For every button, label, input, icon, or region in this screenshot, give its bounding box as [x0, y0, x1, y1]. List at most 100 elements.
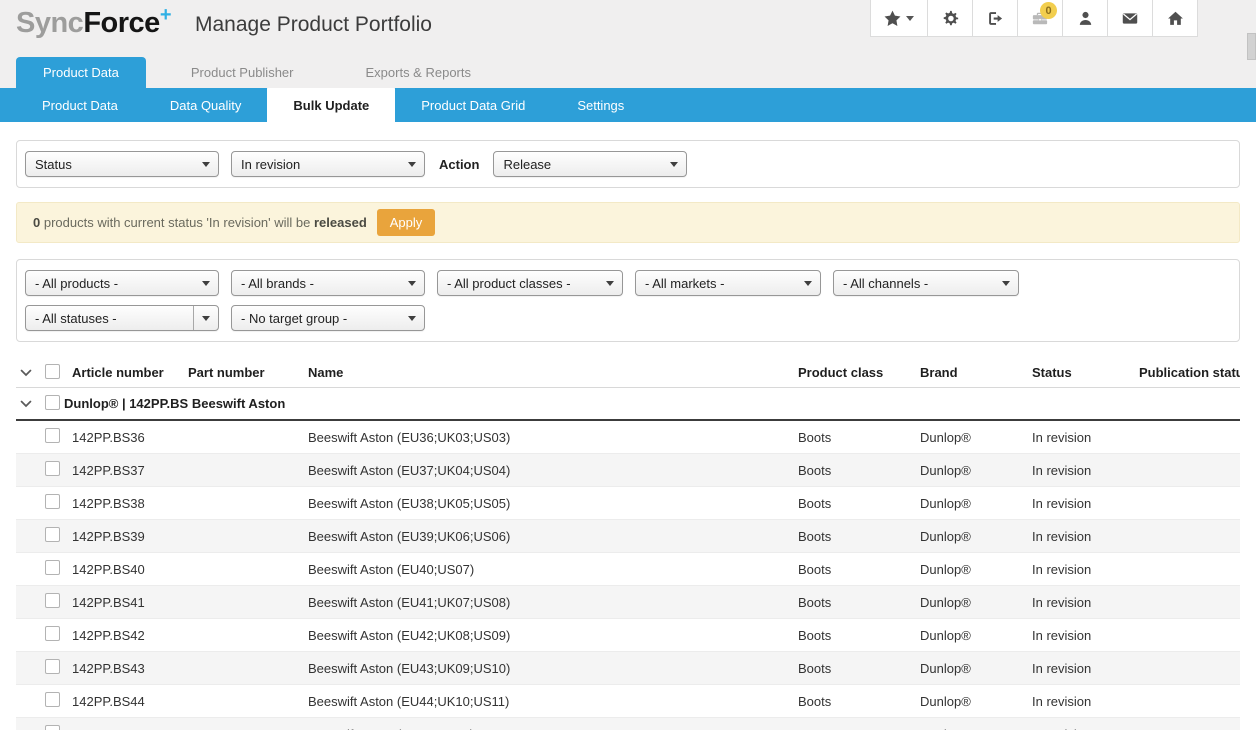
subtab-product-data[interactable]: Product Data	[16, 88, 144, 122]
dropdown-caret-icon	[400, 152, 416, 176]
row-checkbox[interactable]	[45, 560, 60, 575]
name-cell: Beeswift Aston (EU39;UK06;US06)	[308, 529, 798, 544]
syncforce-logo[interactable]: SyncForce+	[16, 8, 171, 40]
subtab-data-quality[interactable]: Data Quality	[144, 88, 268, 122]
subtab-settings[interactable]: Settings	[551, 88, 650, 122]
name-cell: Beeswift Aston (EU43;UK09;US10)	[308, 661, 798, 676]
table-row: 142PP.BS45 Beeswift Aston (EU45;US12) Bo…	[16, 718, 1240, 730]
user-button[interactable]	[1062, 0, 1107, 36]
row-checkbox[interactable]	[45, 593, 60, 608]
status-cell: In revision	[1032, 628, 1139, 643]
row-checkbox[interactable]	[45, 494, 60, 509]
name-cell: Beeswift Aston (EU41;UK07;US08)	[308, 595, 798, 610]
group-title: Dunlop® | 142PP.BS Beeswift Aston	[64, 396, 1240, 411]
subtab-bulk-update[interactable]: Bulk Update	[267, 85, 395, 122]
favorites-button[interactable]	[871, 0, 927, 36]
collapse-all-chevron-icon[interactable]	[20, 369, 44, 377]
filter-channels-value: - All channels -	[843, 276, 928, 291]
product-class-cell: Boots	[798, 727, 920, 730]
article-number-cell: 142PP.BS36	[72, 430, 188, 445]
tab-product-data[interactable]: Product Data	[16, 57, 146, 88]
row-checkbox[interactable]	[45, 626, 60, 641]
row-checkbox[interactable]	[45, 692, 60, 707]
article-number-cell: 142PP.BS45	[72, 727, 188, 730]
row-checkbox[interactable]	[45, 725, 60, 730]
filter-products-value: - All products -	[35, 276, 118, 291]
select-all-checkbox[interactable]	[45, 364, 60, 379]
table-row: 142PP.BS44 Beeswift Aston (EU44;UK10;US1…	[16, 685, 1240, 718]
status-cell: In revision	[1032, 661, 1139, 676]
filter-product-classes-select[interactable]: - All product classes -	[437, 270, 623, 296]
table-rows: 142PP.BS36 Beeswift Aston (EU36;UK03;US0…	[16, 421, 1240, 730]
group-collapse-chevron-icon[interactable]	[20, 400, 44, 408]
status-cell: In revision	[1032, 694, 1139, 709]
column-header-article-number: Article number	[72, 365, 188, 380]
alert-message: products with current status 'In revisio…	[40, 215, 314, 230]
dropdown-caret-icon	[400, 271, 416, 295]
tab-exports-reports[interactable]: Exports & Reports	[339, 57, 499, 88]
briefcase-badge: 0	[1040, 2, 1057, 19]
sign-out-button[interactable]	[972, 0, 1017, 36]
action-select[interactable]: Release	[493, 151, 687, 177]
settings-button[interactable]	[927, 0, 972, 36]
alert-count: 0	[33, 215, 40, 230]
filter-brands-select[interactable]: - All brands -	[231, 270, 425, 296]
column-header-product-class: Product class	[798, 365, 920, 380]
filter-markets-select[interactable]: - All markets -	[635, 270, 821, 296]
status-cell: In revision	[1032, 727, 1139, 730]
logo-force-text: Force	[83, 7, 159, 39]
status-cell: In revision	[1032, 595, 1139, 610]
group-checkbox[interactable]	[45, 395, 60, 410]
dropdown-caret-icon	[194, 152, 210, 176]
user-icon	[1077, 10, 1094, 27]
status-field-select[interactable]: Status	[25, 151, 219, 177]
row-checkbox[interactable]	[45, 659, 60, 674]
header-toolbar: 0	[870, 0, 1198, 37]
subtab-product-data-grid[interactable]: Product Data Grid	[395, 88, 551, 122]
dropdown-caret-icon	[400, 306, 416, 330]
name-cell: Beeswift Aston (EU38;UK05;US05)	[308, 496, 798, 511]
product-class-cell: Boots	[798, 661, 920, 676]
filters-panel: - All products - - All brands - - All pr…	[16, 259, 1240, 342]
filter-products-select[interactable]: - All products -	[25, 270, 219, 296]
article-number-cell: 142PP.BS38	[72, 496, 188, 511]
column-header-brand: Brand	[920, 365, 1032, 380]
product-group-row: Dunlop® | 142PP.BS Beeswift Aston	[16, 388, 1240, 421]
products-table: Article number Part number Name Product …	[16, 358, 1240, 730]
product-class-cell: Boots	[798, 628, 920, 643]
gear-icon	[942, 10, 959, 27]
sign-out-icon	[987, 10, 1004, 27]
table-row: 142PP.BS41 Beeswift Aston (EU41;UK07;US0…	[16, 586, 1240, 619]
row-checkbox[interactable]	[45, 461, 60, 476]
product-class-cell: Boots	[798, 595, 920, 610]
article-number-cell: 142PP.BS42	[72, 628, 188, 643]
brand-cell: Dunlop®	[920, 694, 1032, 709]
dropdown-caret-icon	[796, 271, 812, 295]
brand-cell: Dunlop®	[920, 661, 1032, 676]
table-row: 142PP.BS43 Beeswift Aston (EU43;UK09;US1…	[16, 652, 1240, 685]
brand-cell: Dunlop®	[920, 496, 1032, 511]
tab-product-publisher[interactable]: Product Publisher	[164, 57, 321, 88]
brand-cell: Dunlop®	[920, 562, 1032, 577]
scrollbar-thumb[interactable]	[1247, 33, 1256, 60]
filter-product-classes-value: - All product classes -	[447, 276, 571, 291]
name-cell: Beeswift Aston (EU45;US12)	[308, 727, 798, 730]
filter-statuses-select[interactable]: - All statuses -	[25, 305, 219, 331]
home-button[interactable]	[1152, 0, 1197, 36]
filter-channels-select[interactable]: - All channels -	[833, 270, 1019, 296]
status-value-select[interactable]: In revision	[231, 151, 425, 177]
apply-button[interactable]: Apply	[377, 209, 436, 236]
briefcase-button[interactable]: 0	[1017, 0, 1062, 36]
page-title: Manage Product Portfolio	[195, 13, 432, 40]
mail-button[interactable]	[1107, 0, 1152, 36]
logo-plus-text: +	[160, 4, 171, 26]
row-checkbox[interactable]	[45, 428, 60, 443]
row-checkbox[interactable]	[45, 527, 60, 542]
dropdown-caret-icon	[194, 271, 210, 295]
name-cell: Beeswift Aston (EU44;UK10;US11)	[308, 694, 798, 709]
article-number-cell: 142PP.BS40	[72, 562, 188, 577]
status-cell: In revision	[1032, 562, 1139, 577]
dropdown-caret-icon	[994, 271, 1010, 295]
filter-target-group-select[interactable]: - No target group -	[231, 305, 425, 331]
name-cell: Beeswift Aston (EU42;UK08;US09)	[308, 628, 798, 643]
